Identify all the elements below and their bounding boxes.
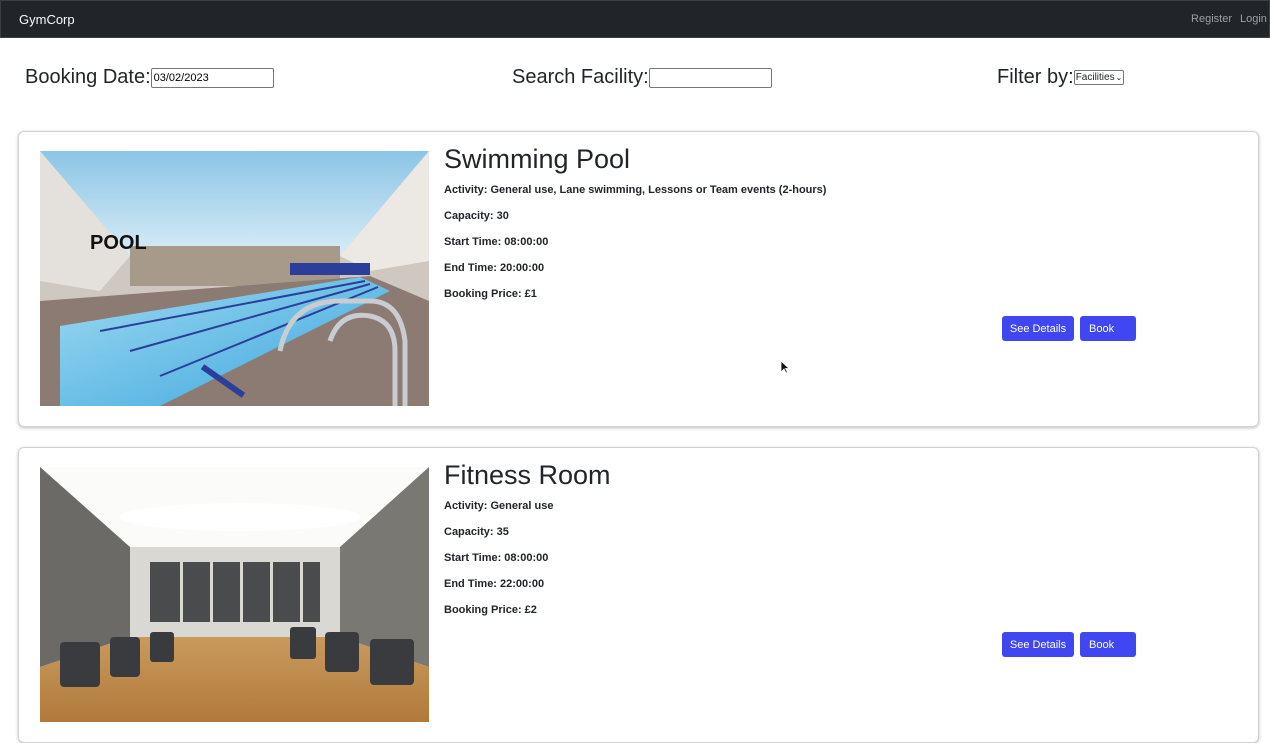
facility-title: Swimming Pool [444,144,631,174]
booking-date-label: Booking Date: [25,66,151,88]
facility-activity: Activity: General use [444,500,554,512]
book-button[interactable]: Book [1080,632,1136,657]
facility-start-time: Start Time: 08:00:00 [444,236,549,248]
filter-bar: Booking Date: Search Facility: Filter by… [0,66,1270,96]
card-body: Swimming Pool Activity: General use, Lan… [444,144,826,314]
swimming-pool-image: POOL [40,151,429,406]
mouse-cursor-icon [780,360,790,374]
facility-end-time: End Time: 22:00:00 [444,578,545,590]
chevron-down-icon: ⌄ [1115,73,1123,82]
filter-by-select[interactable]: Facilities ⌄ [1073,70,1125,85]
filter-by-label: Filter by: [997,66,1074,88]
brand-logo[interactable]: GymCorp [19,12,75,27]
login-link[interactable]: Login [1240,13,1270,25]
facility-price: Booking Price: £1 [444,288,537,300]
facility-capacity: Capacity: 35 [444,526,509,538]
booking-date-group: Booking Date: [25,66,274,89]
navbar: GymCorp Register Login [0,0,1270,38]
facility-card-fitness-room: Fitness Room Activity: General use Capac… [18,447,1259,743]
see-details-button[interactable]: See Details [1002,316,1074,341]
filter-by-group: Filter by: Facilities ⌄ [997,66,1125,89]
search-facility-label: Search Facility: [512,66,649,88]
facility-activity: Activity: General use, Lane swimming, Le… [444,184,827,196]
facility-title: Fitness Room [444,460,611,490]
facility-end-time: End Time: 20:00:00 [444,262,545,274]
fitness-room-image [40,467,429,722]
booking-date-input[interactable] [150,67,274,88]
book-button[interactable]: Book [1080,316,1136,341]
filter-by-selected-value: Facilities [1075,72,1115,83]
pool-sign: POOL [90,232,147,254]
facility-price: Booking Price: £2 [444,604,537,616]
facility-card-swimming-pool: POOL Swimming Pool Activity: General use… [18,131,1259,427]
svg-text:POOL: POOL [90,232,147,254]
register-link[interactable]: Register [1191,13,1232,25]
facility-start-time: Start Time: 08:00:00 [444,552,549,564]
card-body: Fitness Room Activity: General use Capac… [444,460,611,630]
search-facility-group: Search Facility: [512,66,772,89]
facility-capacity: Capacity: 30 [444,210,509,222]
search-facility-input[interactable] [648,67,772,88]
see-details-button[interactable]: See Details [1002,632,1074,657]
